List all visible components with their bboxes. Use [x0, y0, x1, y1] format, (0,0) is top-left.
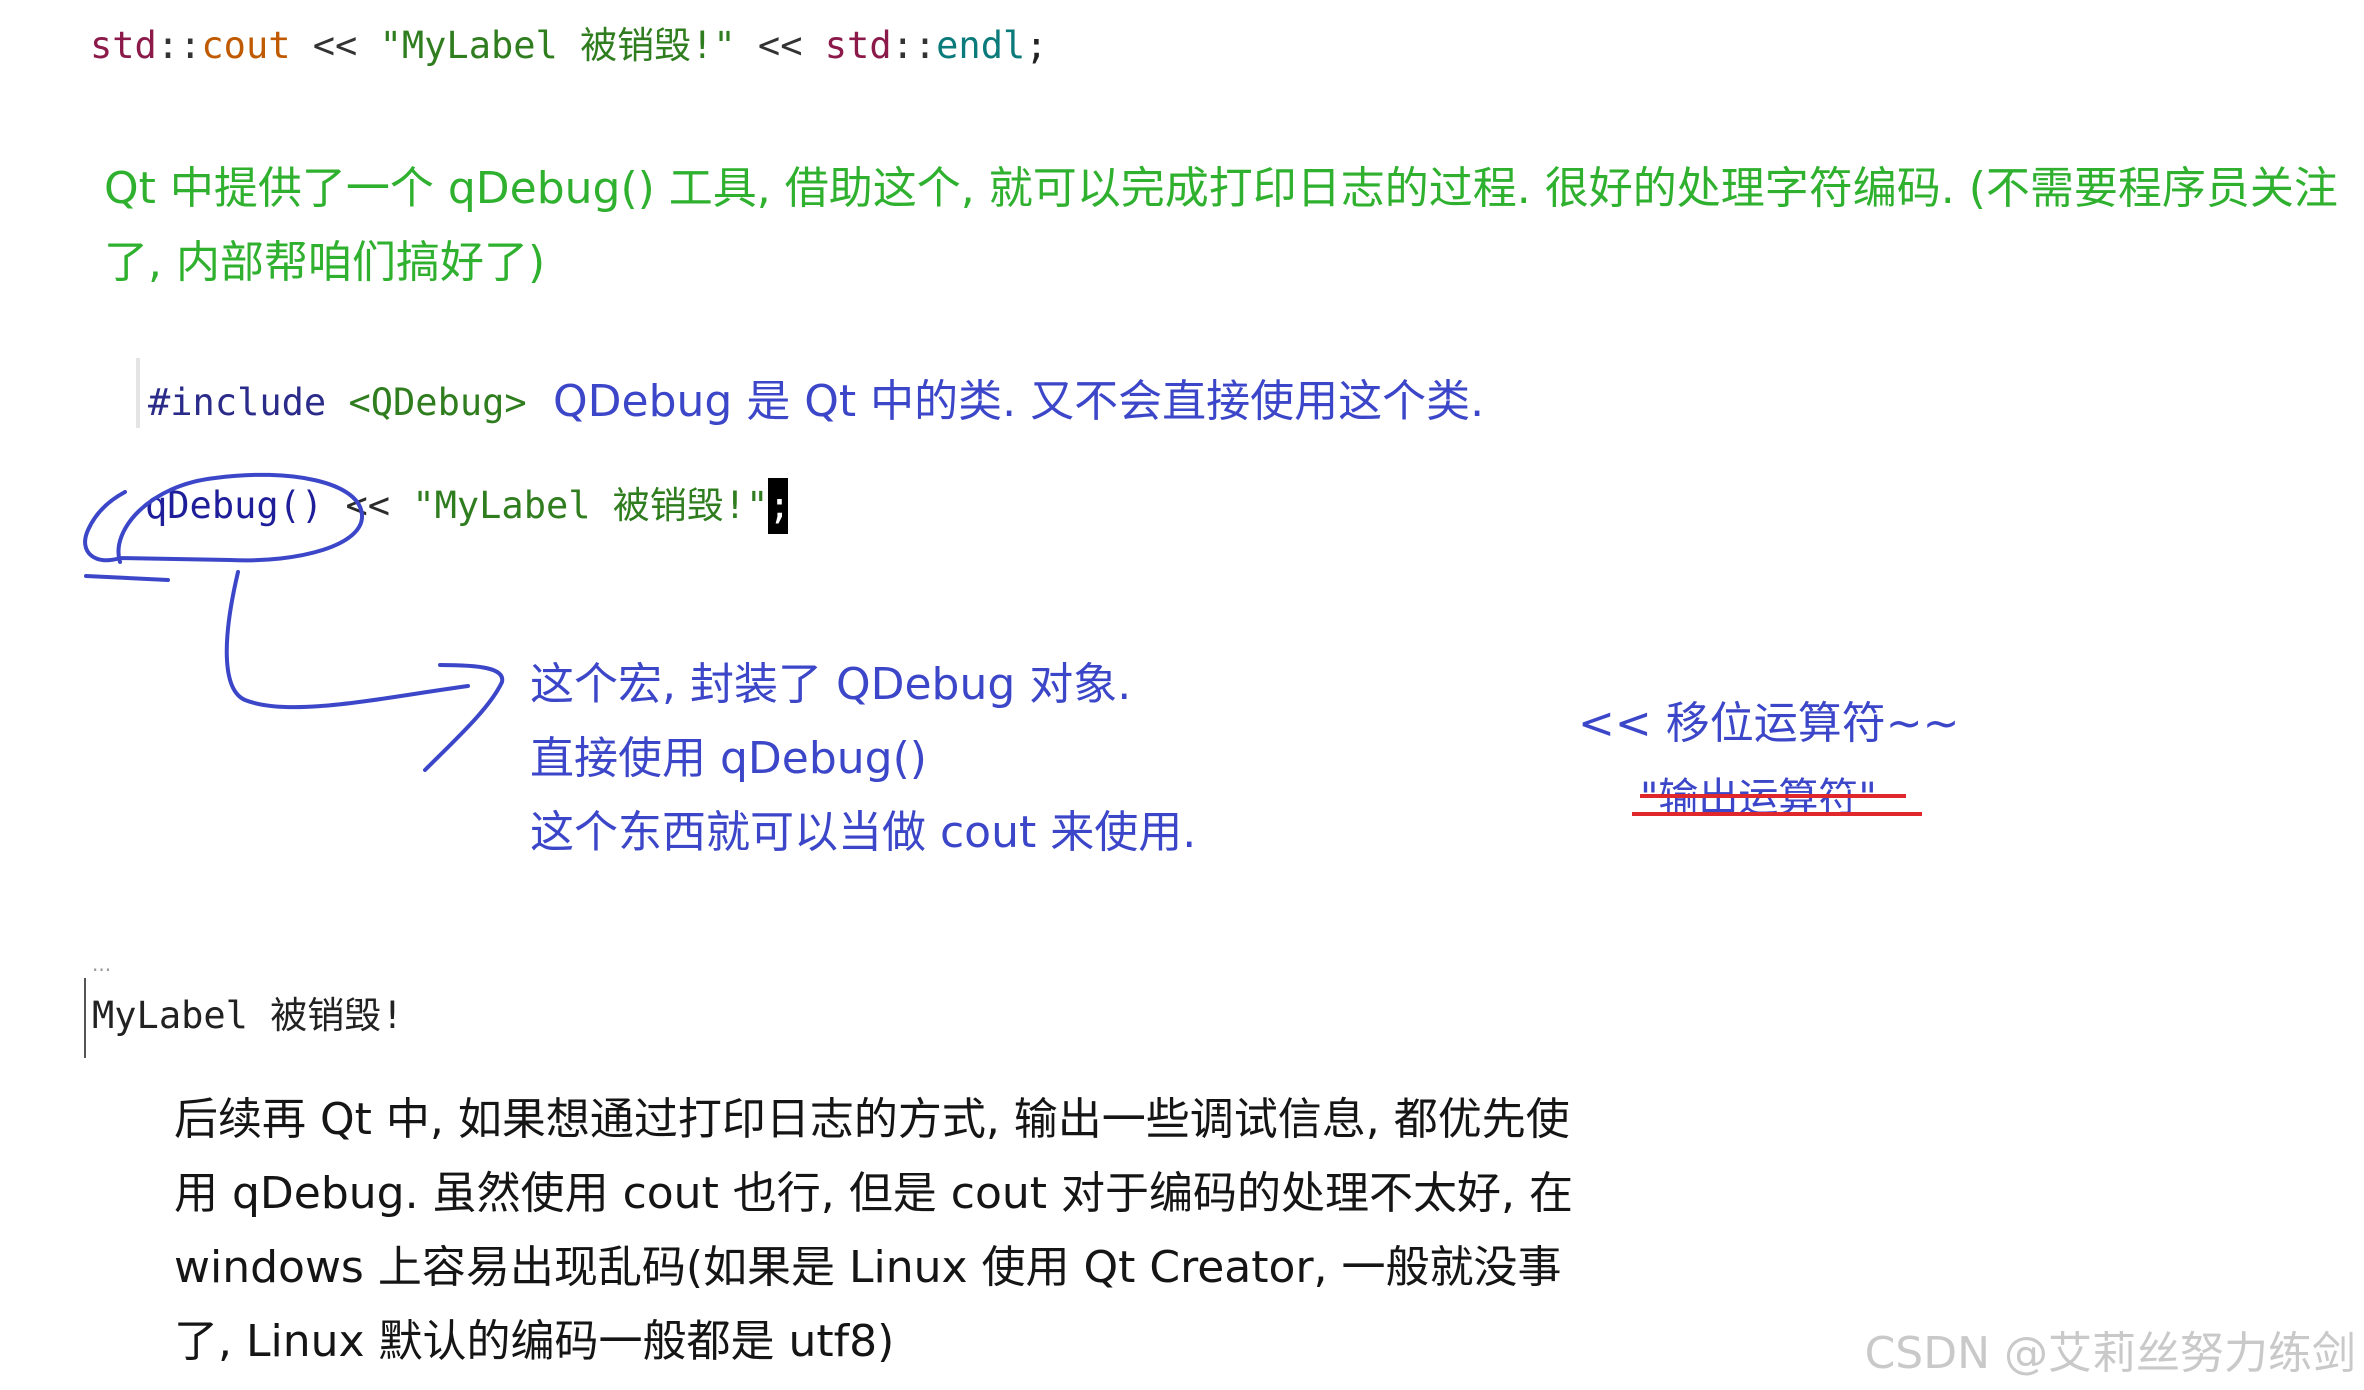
- code-line-qdebug: qDebug() << "MyLabel 被销毁!";: [145, 478, 791, 534]
- console-bar: [84, 978, 86, 1058]
- code-string-literal: "MyLabel 被销毁!": [379, 24, 736, 67]
- ink-circle-tail: [84, 574, 170, 582]
- code-shift-operator: <<: [290, 24, 380, 67]
- explanation-paragraph: 后续再 Qt 中, 如果想通过打印日志的方式, 输出一些调试信息, 都优先使用 …: [174, 1094, 1573, 1367]
- ink-arrow-line: [224, 570, 470, 710]
- code-scope-operator: ::: [891, 24, 937, 67]
- green-note-paragraph: Qt 中提供了一个 qDebug() 工具, 借助这个, 就可以完成打印日志的过…: [104, 163, 2338, 288]
- code-line-cout: std::cout << "MyLabel 被销毁!" << std::endl…: [90, 18, 1048, 74]
- code-string-literal: "MyLabel 被销毁!": [412, 484, 769, 527]
- watermark: CSDN @艾莉丝努力练剑: [1864, 1328, 2356, 1379]
- code-endl: endl: [936, 24, 1026, 67]
- code-cout: cout: [201, 24, 291, 67]
- include-directive: #include: [148, 381, 349, 424]
- console-ellipsis: ...: [92, 952, 112, 976]
- code-namespace: std: [90, 24, 157, 67]
- ink-arrow-head: [423, 663, 505, 772]
- output-operator-note-struck: "输出运算符": [1640, 775, 1877, 821]
- include-note: QDebug 是 Qt 中的类. 又不会直接使用这个类.: [553, 376, 1485, 427]
- console-output: MyLabel 被销毁!: [92, 994, 404, 1037]
- macro-note-line: 这个宏, 封装了 QDebug 对象.: [530, 659, 1132, 710]
- macro-note-line: 这个东西就可以当做 cout 来使用.: [530, 807, 1197, 858]
- code-qdebug-call: qDebug(): [145, 484, 324, 527]
- code-block-bar: [136, 358, 140, 428]
- code-semicolon: ;: [1025, 24, 1048, 67]
- code-shift-operator: <<: [735, 24, 825, 67]
- code-line-include: #include <QDebug>: [148, 375, 527, 431]
- code-scope-operator: ::: [156, 24, 202, 67]
- code-namespace: std: [824, 24, 892, 67]
- code-shift-operator: <<: [323, 484, 413, 527]
- macro-note-line: 直接使用 qDebug(): [530, 733, 927, 784]
- include-header: <QDebug>: [348, 381, 527, 424]
- shift-operator-note: << 移位运算符~~: [1578, 698, 1960, 749]
- text-cursor: ;: [768, 478, 791, 534]
